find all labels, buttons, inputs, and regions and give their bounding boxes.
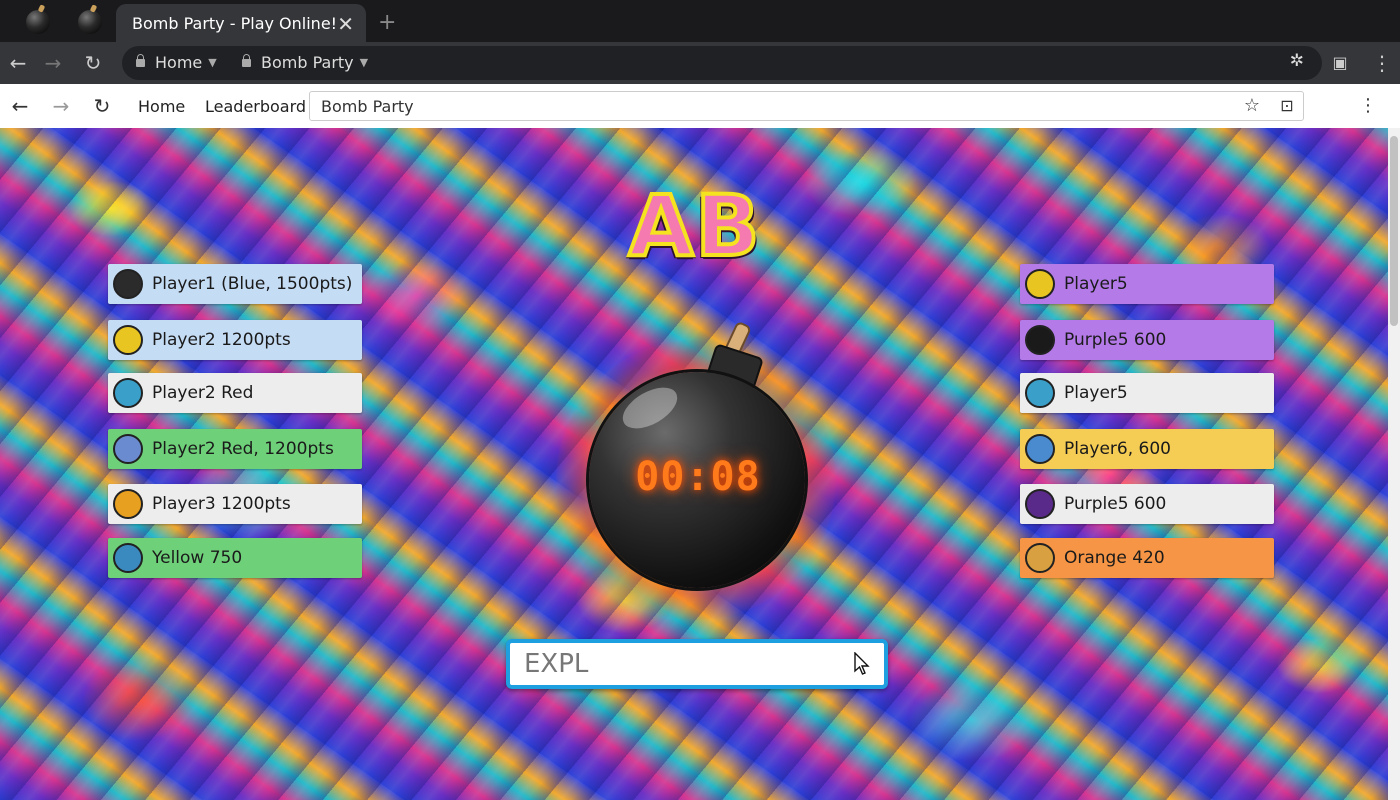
site-address-input[interactable] xyxy=(309,91,1304,121)
screenshot-icon[interactable]: ⊡ xyxy=(1275,94,1299,118)
player-label: Player5 xyxy=(1064,383,1128,403)
player-avatar-icon xyxy=(113,543,143,573)
player-avatar-icon xyxy=(113,489,143,519)
site-reload-icon[interactable]: ↻ xyxy=(89,93,115,119)
player-label: Player6, 600 xyxy=(1064,439,1171,459)
player-row-left-3: Player2 Red xyxy=(108,373,362,413)
player-label: Player1 (Blue, 1500pts) xyxy=(152,274,353,294)
player-avatar-icon xyxy=(113,269,143,299)
player-label: Purple5 600 xyxy=(1064,330,1167,350)
player-label: Orange 420 xyxy=(1064,548,1165,568)
lock-icon xyxy=(242,53,251,67)
site-back-arrow-icon[interactable]: ← xyxy=(7,93,33,119)
player-avatar-icon xyxy=(1025,269,1055,299)
player-label: Yellow 750 xyxy=(152,548,243,568)
player-label: Player2 Red, 1200pts xyxy=(152,439,334,459)
crumb-label: Home xyxy=(155,53,203,72)
omnibox-crumb-bomb-party[interactable]: Bomb Party ▼ xyxy=(242,53,368,72)
chevron-down-icon: ▼ xyxy=(359,56,369,69)
lock-icon xyxy=(136,53,145,67)
player-row-right-3: Player5 xyxy=(1020,373,1274,413)
bomb-favicon-icon xyxy=(78,10,102,34)
player-avatar-icon xyxy=(1025,489,1055,519)
player-row-left-6: Yellow 750 xyxy=(108,538,362,578)
close-tab-icon[interactable]: ✕ xyxy=(337,12,354,36)
bomb-favicon-icon xyxy=(26,10,50,34)
nav-link-leaderboard[interactable]: Leaderboard xyxy=(205,97,306,116)
player-avatar-icon xyxy=(1025,434,1055,464)
site-forward-arrow-icon[interactable]: → xyxy=(48,93,74,119)
pinned-tab-2[interactable] xyxy=(70,4,110,40)
player-row-right-5: Purple5 600 xyxy=(1020,484,1274,524)
pinned-tab-1[interactable] xyxy=(18,4,58,40)
player-row-right-1: Player5 xyxy=(1020,264,1274,304)
player-avatar-icon xyxy=(113,378,143,408)
player-row-left-2: Player2 1200pts xyxy=(108,320,362,360)
omnibox[interactable]: Home ▼ Bomb Party ▼ ✲ xyxy=(122,46,1322,80)
browser-toolbar: ← → ↻ Home ▼ Bomb Party ▼ ✲ ▣ ⋮ xyxy=(0,42,1400,84)
syllable-prompt: AB xyxy=(626,175,762,277)
reload-icon[interactable]: ↻ xyxy=(80,50,106,76)
back-arrow-icon[interactable]: ← xyxy=(5,50,31,76)
active-tab[interactable]: Bomb Party - Play Online! ✕ xyxy=(116,4,366,42)
player-row-left-1: Player1 (Blue, 1500pts) xyxy=(108,264,362,304)
extension-puzzle-icon[interactable]: ✲ xyxy=(1290,51,1304,71)
player-row-right-6: Orange 420 xyxy=(1020,538,1274,578)
site-nav-bar: ← → ↻ Home Leaderboard ☆ ⊡ ⋮ xyxy=(0,84,1400,129)
player-row-left-4: Player2 Red, 1200pts xyxy=(108,429,362,469)
forward-arrow-icon[interactable]: → xyxy=(40,50,66,76)
player-avatar-icon xyxy=(1025,378,1055,408)
mouse-cursor-icon xyxy=(854,652,870,675)
player-row-right-4: Player6, 600 xyxy=(1020,429,1274,469)
active-tab-title: Bomb Party - Play Online! xyxy=(132,13,338,33)
scrollbar-thumb[interactable] xyxy=(1390,136,1398,326)
player-avatar-icon xyxy=(113,325,143,355)
sidebar-toggle-icon[interactable]: ▣ xyxy=(1327,50,1353,76)
player-label: Player5 xyxy=(1064,274,1128,294)
browser-menu-icon[interactable]: ⋮ xyxy=(1369,50,1395,76)
browser-window: Bomb Party - Play Online! ✕ + ← → ↻ Home… xyxy=(0,0,1400,800)
player-row-left-5: Player3 1200pts xyxy=(108,484,362,524)
new-tab-icon[interactable]: + xyxy=(378,10,396,35)
answer-input[interactable] xyxy=(506,639,888,689)
player-avatar-icon xyxy=(1025,543,1055,573)
player-avatar-icon xyxy=(1025,325,1055,355)
player-row-right-2: Purple5 600 xyxy=(1020,320,1274,360)
nav-link-home[interactable]: Home xyxy=(138,97,185,116)
bomb-timer: 00:08 xyxy=(635,454,761,500)
chevron-down-icon: ▼ xyxy=(208,56,217,69)
bookmark-star-icon[interactable]: ☆ xyxy=(1240,94,1264,118)
site-menu-icon[interactable]: ⋮ xyxy=(1356,94,1380,118)
tab-strip: Bomb Party - Play Online! ✕ + xyxy=(0,0,1400,42)
omnibox-crumb-home[interactable]: Home ▼ xyxy=(136,53,217,72)
player-label: Player2 Red xyxy=(152,383,254,403)
player-label: Player3 1200pts xyxy=(152,494,291,514)
player-label: Player2 1200pts xyxy=(152,330,291,350)
player-label: Purple5 600 xyxy=(1064,494,1167,514)
player-avatar-icon xyxy=(113,434,143,464)
crumb-label: Bomb Party xyxy=(261,53,354,72)
